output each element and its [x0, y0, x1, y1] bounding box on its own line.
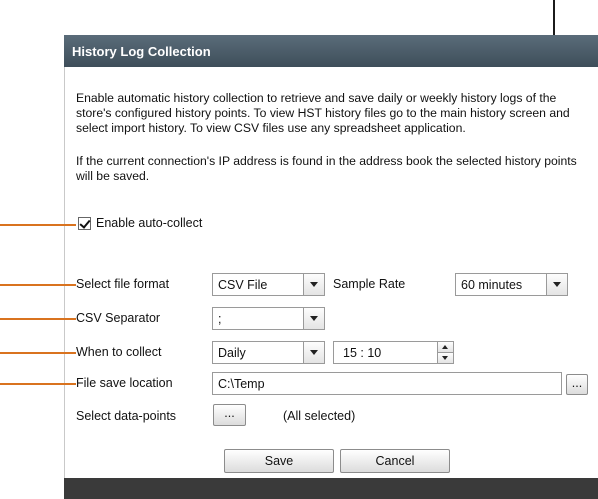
- dialog-title-bar: History Log Collection: [64, 35, 598, 67]
- annotation-line-csv-separator: [0, 318, 76, 320]
- annotation-line-file-format: [0, 284, 76, 286]
- chevron-down-icon[interactable]: [303, 342, 324, 363]
- csv-separator-select[interactable]: ;: [212, 307, 325, 330]
- annotation-line-when-to-collect: [0, 352, 76, 354]
- browse-location-button[interactable]: ...: [566, 374, 588, 395]
- annotation-line-auto-collect: [0, 224, 76, 226]
- dialog-bottom-bar: [64, 478, 598, 499]
- file-save-location-label: File save location: [76, 376, 173, 390]
- enable-auto-collect-checkbox[interactable]: [78, 217, 91, 230]
- sample-rate-label: Sample Rate: [333, 277, 406, 291]
- file-format-select[interactable]: CSV File: [212, 273, 325, 296]
- file-format-value: CSV File: [218, 278, 268, 292]
- chevron-down-icon[interactable]: [303, 274, 324, 295]
- chevron-down-icon[interactable]: [303, 308, 324, 329]
- data-points-label: Select data-points: [76, 409, 177, 423]
- select-data-points-button[interactable]: ...: [213, 404, 246, 426]
- collect-time-spinner[interactable]: 15 : 10: [333, 341, 454, 364]
- when-to-collect-label: When to collect: [76, 345, 162, 359]
- when-to-collect-value: Daily: [218, 346, 246, 360]
- file-save-location-input[interactable]: C:\Temp: [212, 372, 562, 395]
- time-spinner-buttons: [437, 342, 453, 363]
- save-button[interactable]: Save: [224, 449, 334, 473]
- cancel-button[interactable]: Cancel: [340, 449, 450, 473]
- description-paragraph-2: If the current connection's IP address i…: [76, 154, 577, 183]
- file-save-location-value: C:\Temp: [218, 377, 265, 391]
- sample-rate-value: 60 minutes: [461, 278, 523, 292]
- enable-auto-collect-label: Enable auto-collect: [96, 216, 203, 230]
- spinner-up-icon[interactable]: [438, 342, 453, 353]
- csv-separator-value: ;: [218, 312, 222, 326]
- data-points-status: (All selected): [283, 409, 356, 423]
- when-to-collect-select[interactable]: Daily: [212, 341, 325, 364]
- chevron-down-icon[interactable]: [546, 274, 567, 295]
- file-format-label: Select file format: [76, 277, 170, 291]
- dialog-title: History Log Collection: [72, 44, 211, 59]
- description-paragraph-1: Enable automatic history collection to r…: [76, 91, 570, 135]
- spinner-down-icon[interactable]: [438, 353, 453, 363]
- csv-separator-label: CSV Separator: [76, 311, 161, 325]
- sample-rate-select[interactable]: 60 minutes: [455, 273, 568, 296]
- collect-time-value: 15 : 10: [343, 346, 382, 360]
- annotation-line-file-save-location: [0, 383, 76, 385]
